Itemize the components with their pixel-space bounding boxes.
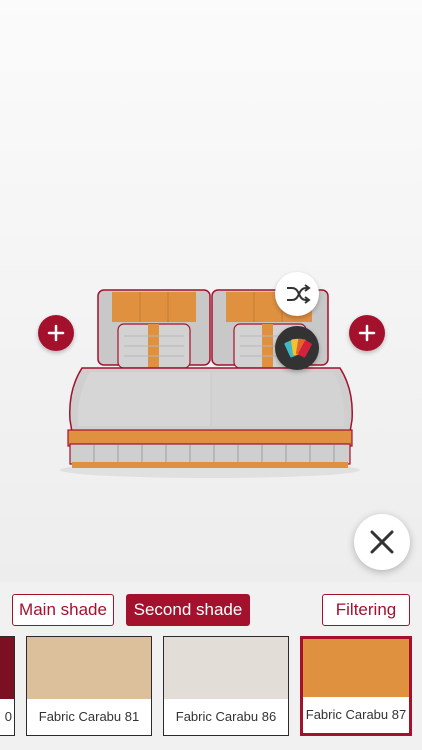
second-shade-tab[interactable]: Second shade <box>126 594 250 626</box>
filtering-button[interactable]: Filtering <box>322 594 410 626</box>
swatch-color-chip <box>27 637 151 699</box>
shuffle-icon <box>287 284 311 304</box>
swatch-item[interactable]: Fabric Carabu 81 <box>26 636 152 736</box>
main-shade-tab[interactable]: Main shade <box>12 594 114 626</box>
plus-icon <box>358 324 376 342</box>
swatch-color-chip <box>164 637 288 699</box>
close-button[interactable] <box>354 514 410 570</box>
close-icon <box>370 530 394 554</box>
swatch-label: Fabric Carabu 81 <box>38 709 140 724</box>
plus-icon <box>47 324 65 342</box>
sofa-base <box>67 429 353 468</box>
swatch-label: Fabric Carabu 86 <box>175 709 277 724</box>
swatch-item[interactable]: Fabric Carabu 86 <box>163 636 289 736</box>
swatch-item-selected[interactable]: Fabric Carabu 87 <box>300 636 412 736</box>
swatch-label: Fabric Carabu 87 <box>305 707 407 722</box>
add-module-right-button[interactable] <box>349 315 385 351</box>
product-viewer <box>0 0 422 582</box>
shuffle-button[interactable] <box>275 272 319 316</box>
swatch-item[interactable]: 0 <box>0 636 15 736</box>
color-palette-icon <box>284 338 312 358</box>
sofa-model[interactable] <box>0 0 422 582</box>
color-palette-button[interactable] <box>275 326 319 370</box>
sofa-pillow-left <box>117 323 191 369</box>
swatch-color-chip <box>0 637 14 699</box>
shade-toolbar: Main shade Second shade Filtering 0 Fabr… <box>0 582 422 750</box>
add-module-left-button[interactable] <box>38 315 74 351</box>
swatch-label: 0 <box>4 709 12 724</box>
swatch-color-chip <box>303 639 409 697</box>
sofa-seat <box>69 367 353 433</box>
